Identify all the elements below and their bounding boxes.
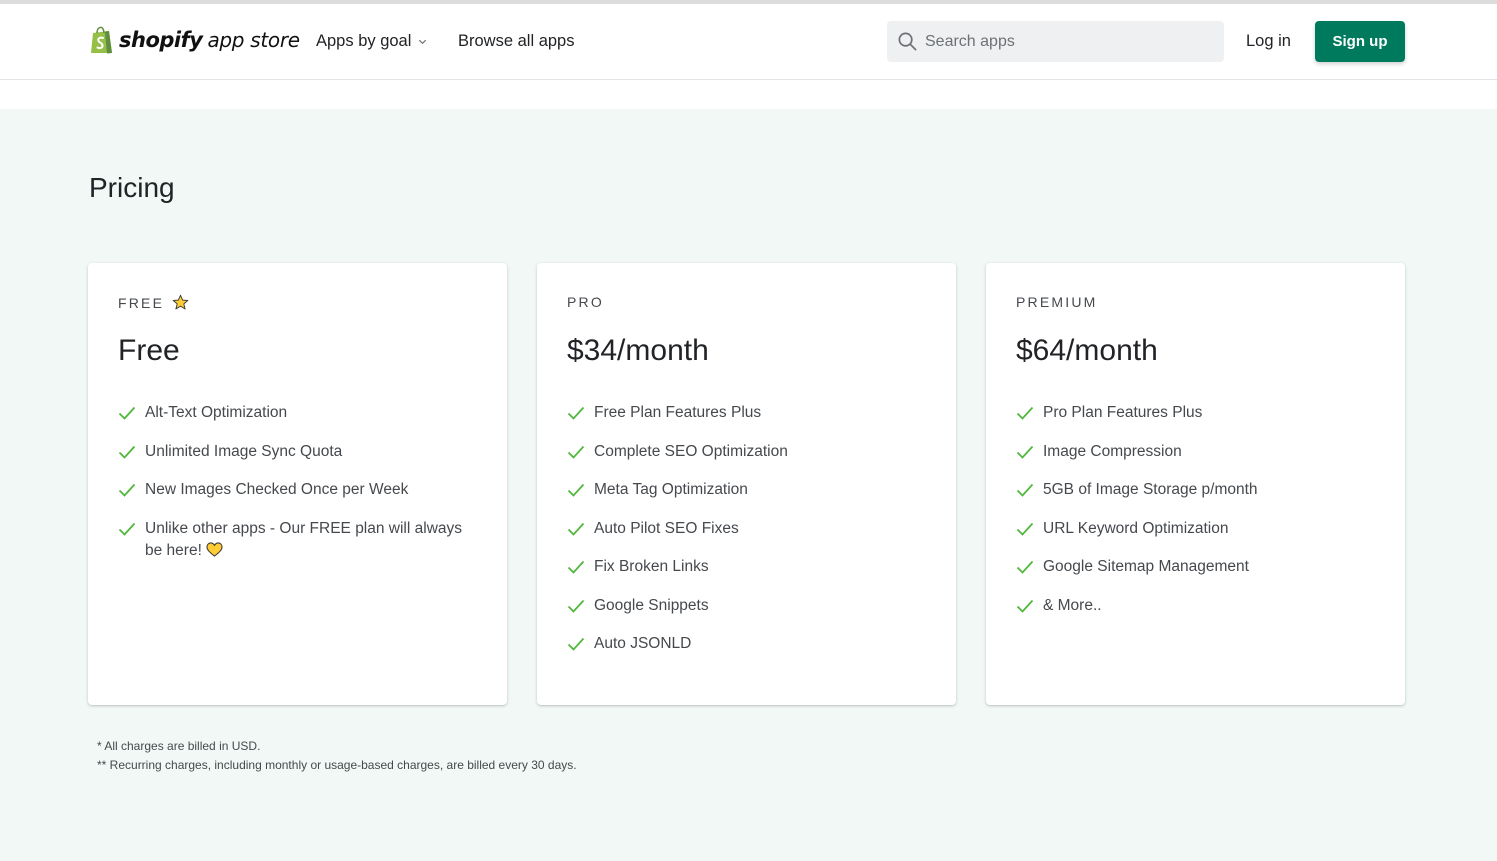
shopify-bag-icon <box>91 26 112 54</box>
feature-text-with-heart: Unlike other apps - Our FREE plan will a… <box>145 518 483 562</box>
checkmark-icon <box>118 406 136 420</box>
feature-text: Free Plan Features Plus <box>594 404 762 421</box>
checkmark-icon <box>567 406 585 420</box>
feature-item: URL Keyword Optimization <box>1016 518 1381 557</box>
feature-text: Pro Plan Features Plus <box>1043 404 1203 421</box>
pricing-heading: Pricing <box>89 172 175 203</box>
sign-up-button[interactable]: Sign up <box>1315 21 1405 62</box>
footnote-usd: * All charges are billed in USD. <box>97 739 261 753</box>
feature-item: Free Plan Features Plus <box>567 402 932 441</box>
feature-text: Meta Tag Optimization <box>594 481 748 498</box>
plan-tier-label: PREMIUM <box>1016 294 1098 310</box>
feature-item: Pro Plan Features Plus <box>1016 402 1381 441</box>
feature-item: Google Snippets <box>567 595 932 634</box>
feature-item: Auto Pilot SEO Fixes <box>567 518 932 557</box>
feature-text: Google Snippets <box>594 596 709 614</box>
logo-wordmark: shopify <box>119 28 203 52</box>
browse-all-apps-link[interactable]: Browse all apps <box>458 32 574 51</box>
checkmark-icon <box>118 445 136 459</box>
feature-text: URL Keyword Optimization <box>1043 519 1229 537</box>
feature-item: Unlimited Image Sync Quota <box>118 441 483 480</box>
checkmark-icon <box>567 483 585 497</box>
checkmark-icon <box>1016 406 1034 420</box>
plan-price: $34/month <box>567 334 709 367</box>
billing-footnotes: * All charges are billed in USD. ** Recu… <box>97 737 577 775</box>
checkmark-icon <box>567 599 585 613</box>
feature-text: Fix Broken Links <box>594 558 709 575</box>
feature-text: Auto Pilot SEO Fixes <box>594 519 739 537</box>
feature-list: Alt-Text Optimization Unlimited Image Sy… <box>118 402 483 562</box>
search-input[interactable] <box>925 32 1205 51</box>
apps-by-goal-label: Apps by goal <box>316 32 412 50</box>
feature-item: Unlike other apps - Our FREE plan will a… <box>118 518 483 562</box>
plan-tier-label: FREE <box>118 294 165 311</box>
checkmark-icon <box>1016 445 1034 459</box>
feature-text: Alt-Text Optimization <box>145 404 288 421</box>
feature-list: Pro Plan Features Plus Image Compression… <box>1016 402 1381 633</box>
feature-item: Complete SEO Optimization <box>567 441 932 480</box>
feature-text: Image Compression <box>1043 442 1182 460</box>
checkmark-icon <box>118 483 136 497</box>
plan-tier-label: PRO <box>567 294 604 310</box>
feature-item: New Images Checked Once per Week <box>118 479 483 518</box>
checkmark-icon <box>567 522 585 536</box>
feature-list: Free Plan Features Plus Complete SEO Opt… <box>567 402 932 672</box>
search-box[interactable] <box>887 21 1224 62</box>
checkmark-icon <box>1016 599 1034 613</box>
feature-text: Auto JSONLD <box>594 635 692 652</box>
feature-text: Unlimited Image Sync Quota <box>145 442 343 460</box>
plan-card-premium: PREMIUM $64/month Pro Plan Features Plus… <box>986 263 1405 705</box>
feature-item: Fix Broken Links <box>567 556 932 595</box>
checkmark-icon <box>567 637 585 651</box>
star-icon <box>172 294 189 310</box>
feature-item: Meta Tag Optimization <box>567 479 932 518</box>
feature-item: Image Compression <box>1016 441 1381 480</box>
feature-item: 5GB of Image Storage p/month <box>1016 479 1381 518</box>
plan-tier: FREE <box>118 294 189 311</box>
checkmark-icon <box>567 560 585 574</box>
site-header: shopify app store Apps by goal Browse al… <box>0 4 1497 80</box>
apps-by-goal-menu[interactable]: Apps by goal <box>316 32 427 51</box>
checkmark-icon <box>118 522 136 536</box>
yellow-heart-icon <box>206 541 223 557</box>
chevron-down-icon <box>419 39 427 45</box>
log-in-link[interactable]: Log in <box>1246 32 1291 51</box>
feature-text: Google Sitemap Management <box>1043 558 1249 575</box>
feature-text: Complete SEO Optimization <box>594 442 788 460</box>
logo-subtitle: app store <box>207 28 300 52</box>
feature-text: & More.. <box>1043 596 1102 614</box>
plan-card-free: FREE Free Alt-Text Optimization Unlimite… <box>88 263 507 705</box>
feature-text: 5GB of Image Storage p/month <box>1043 481 1258 498</box>
feature-item: Google Sitemap Management <box>1016 556 1381 595</box>
feature-text: Unlike other apps - Our FREE plan will a… <box>145 519 463 559</box>
plan-price: Free <box>118 334 180 367</box>
checkmark-icon <box>1016 522 1034 536</box>
plan-card-pro: PRO $34/month Free Plan Features Plus Co… <box>537 263 956 705</box>
checkmark-icon <box>567 445 585 459</box>
feature-text: New Images Checked Once per Week <box>145 481 409 498</box>
feature-item: & More.. <box>1016 595 1381 634</box>
plan-tier: PREMIUM <box>1016 294 1098 310</box>
shopify-app-store-logo[interactable]: shopify app store <box>89 24 300 56</box>
plan-price: $64/month <box>1016 334 1158 367</box>
plan-tier: PRO <box>567 294 604 310</box>
feature-item: Auto JSONLD <box>567 633 932 672</box>
feature-item: Alt-Text Optimization <box>118 402 483 441</box>
footnote-recurring: ** Recurring charges, including monthly … <box>97 758 577 772</box>
search-icon <box>898 32 917 51</box>
checkmark-icon <box>1016 483 1034 497</box>
checkmark-icon <box>1016 560 1034 574</box>
